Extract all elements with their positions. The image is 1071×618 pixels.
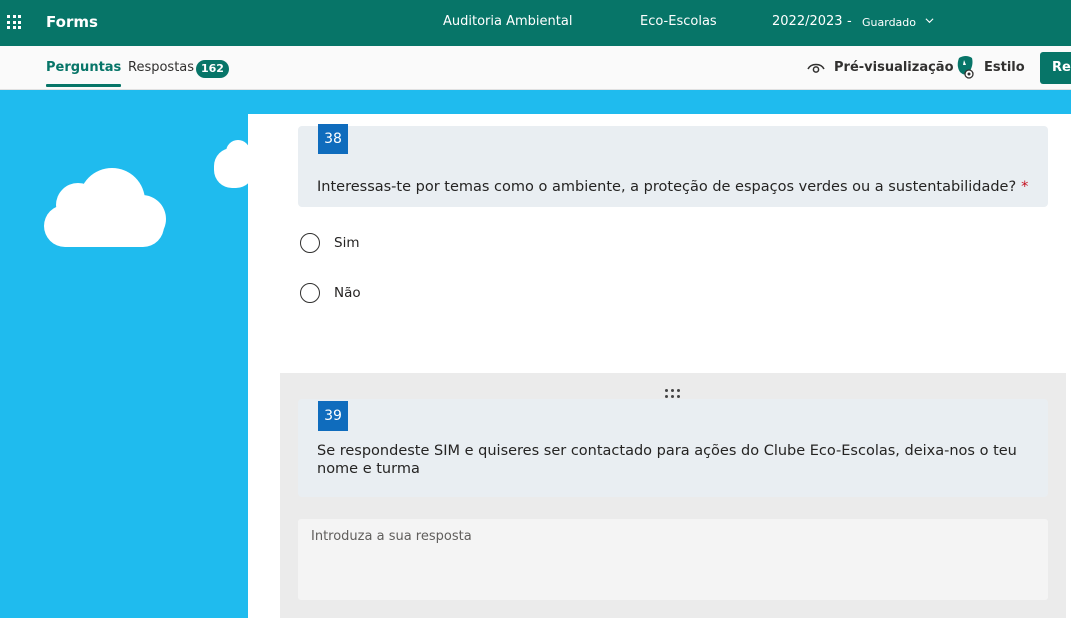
question-text-content: Interessas-te por temas como o ambiente,… xyxy=(317,179,1017,195)
cloud-decoration xyxy=(214,140,252,188)
form-canvas: 38 Interessas-te por temas como o ambien… xyxy=(248,114,1071,618)
responses-count-badge: 162 xyxy=(196,60,229,78)
option-label: Não xyxy=(334,285,361,301)
preview-button[interactable]: Pré-visualização xyxy=(834,60,954,75)
record-button[interactable]: Rec xyxy=(1040,52,1071,84)
title-separator: - xyxy=(847,14,852,29)
top-bar: Forms Auditoria Ambiental Eco-Escolas 20… xyxy=(0,0,1071,46)
palette-icon[interactable] xyxy=(955,54,977,80)
question-header[interactable]: 38 Interessas-te por temas como o ambien… xyxy=(298,124,1048,207)
app-launcher-icon[interactable] xyxy=(7,15,21,29)
tab-responses[interactable]: Respostas xyxy=(128,60,194,75)
school-year: 2022/2023 xyxy=(772,14,843,29)
secondary-toolbar: Perguntas Respostas 162 Pré-visualização… xyxy=(0,46,1071,90)
answer-input[interactable]: Introduza a sua resposta xyxy=(298,519,1048,600)
radio-button[interactable] xyxy=(300,233,320,253)
eye-icon[interactable] xyxy=(807,61,825,75)
cloud-decoration xyxy=(44,168,166,247)
style-button[interactable]: Estilo xyxy=(984,60,1025,75)
question-text: Se respondeste SIM e quiseres ser contac… xyxy=(317,443,1017,477)
tab-questions[interactable]: Perguntas xyxy=(46,60,122,87)
option-label: Sim xyxy=(334,235,360,251)
question-number: 38 xyxy=(318,124,348,154)
chevron-down-icon[interactable] xyxy=(925,16,934,25)
question-number: 39 xyxy=(318,401,348,431)
required-marker: * xyxy=(1021,179,1029,195)
radio-button[interactable] xyxy=(300,283,320,303)
form-title[interactable]: Auditoria Ambiental xyxy=(443,14,572,29)
question-header[interactable]: 39 Se respondeste SIM e quiseres ser con… xyxy=(298,399,1048,497)
group-name: Eco-Escolas xyxy=(640,14,717,29)
question-text: Interessas-te por temas como o ambiente,… xyxy=(317,178,1037,196)
app-name[interactable]: Forms xyxy=(46,13,98,31)
save-status[interactable]: Guardado xyxy=(862,16,916,29)
